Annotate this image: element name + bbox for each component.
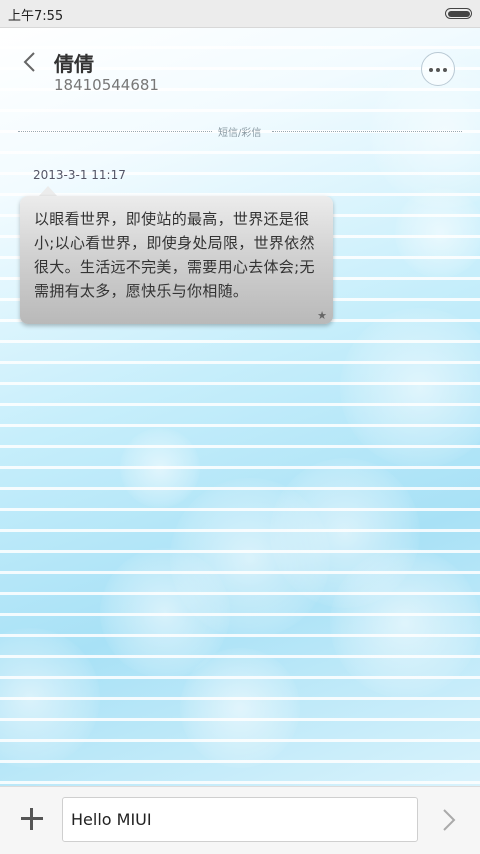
contact-phone: 18410544681 xyxy=(54,76,159,94)
more-options-button[interactable] xyxy=(421,52,455,86)
message-type-divider: 短信/彩信 xyxy=(218,128,262,139)
star-icon: ★ xyxy=(317,309,327,322)
contact-name: 倩倩 xyxy=(54,52,94,76)
send-icon[interactable] xyxy=(438,807,460,833)
status-time: 上午7:55 xyxy=(8,9,64,24)
message-input[interactable] xyxy=(62,797,418,842)
divider-line-left xyxy=(18,131,212,132)
back-icon[interactable] xyxy=(20,50,40,74)
add-attachment-button[interactable] xyxy=(20,807,44,831)
message-text: 以眼看世界，即使站的最高，世界还是很小;以心看世界，即使身处局限，世界依然很大。… xyxy=(34,210,315,300)
divider-line-right xyxy=(272,131,462,132)
battery-icon xyxy=(445,8,472,19)
status-bar: 上午7:55 xyxy=(0,0,480,28)
composer-bar xyxy=(0,786,480,854)
message-bubble[interactable]: 以眼看世界，即使站的最高，世界还是很小;以心看世界，即使身处局限，世界依然很大。… xyxy=(20,196,333,324)
conversation-background[interactable] xyxy=(0,28,480,786)
message-timestamp: 2013-3-1 11:17 xyxy=(33,168,126,182)
